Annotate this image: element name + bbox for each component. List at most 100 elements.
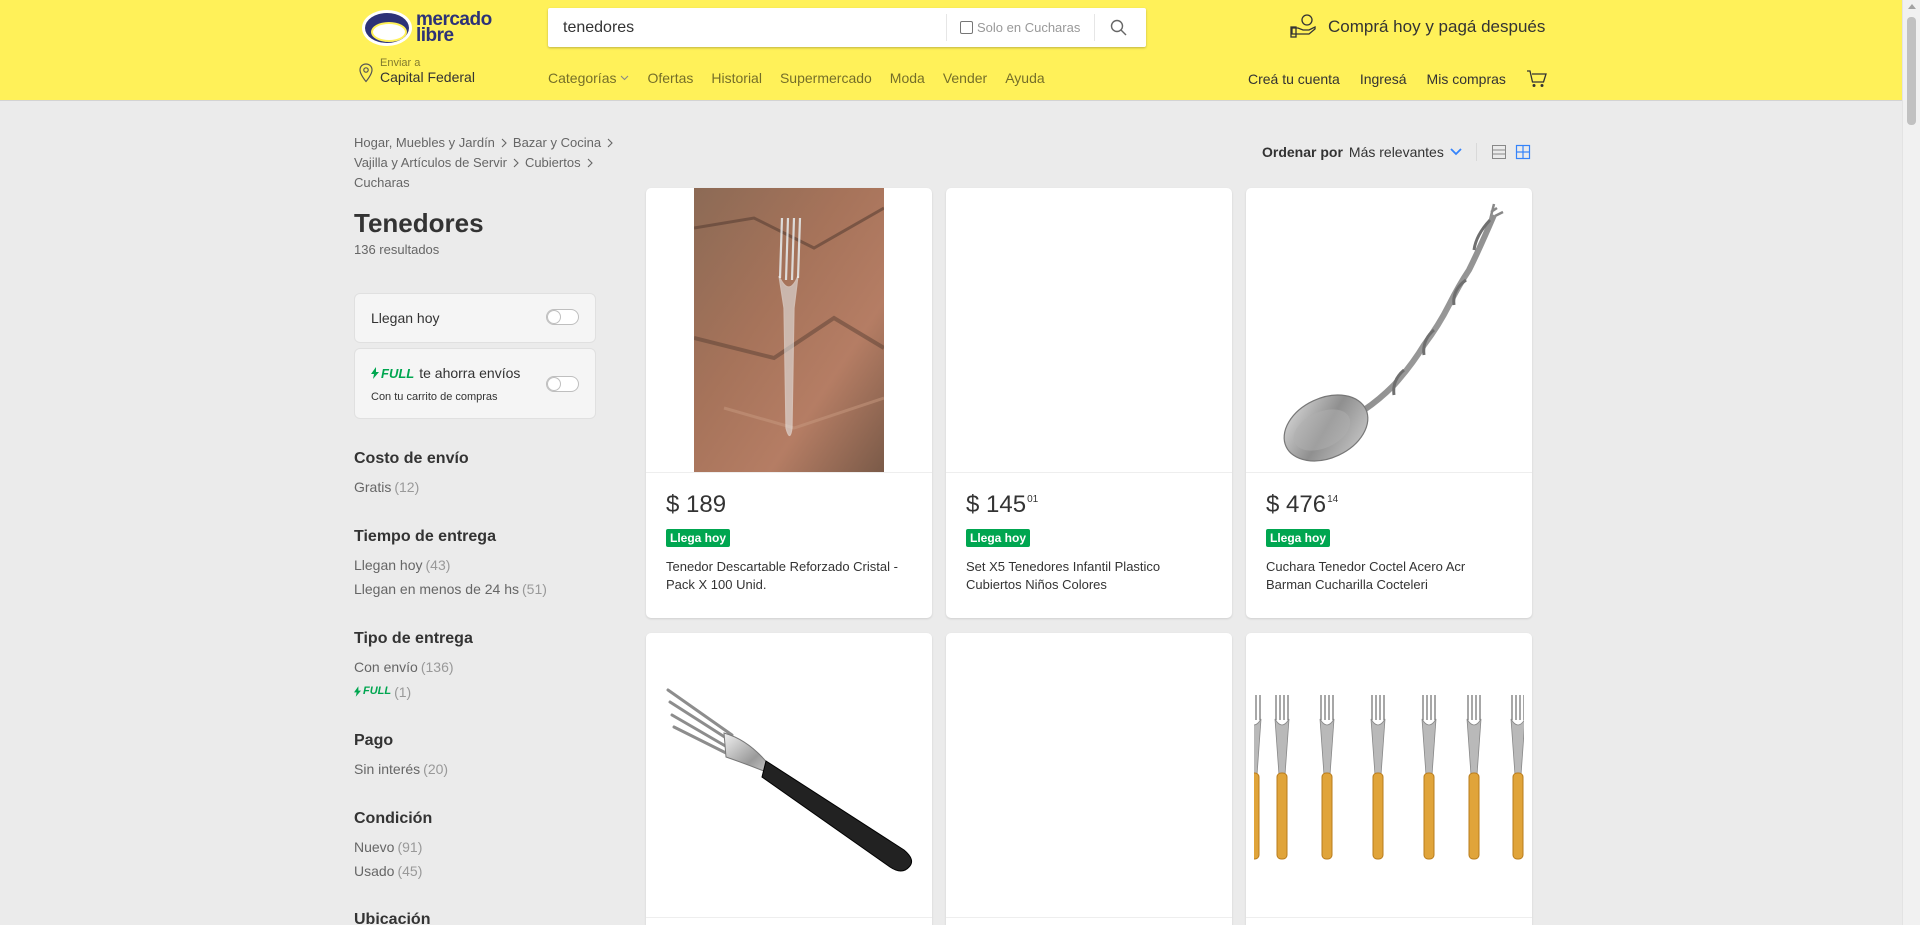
mercadolibre-logo[interactable]: mercado libre [362,9,498,47]
my-purchases-link[interactable]: Mis compras [1427,71,1506,87]
product-card[interactable] [1246,633,1532,925]
delivery-location[interactable]: Enviar a Capital Federal [358,57,475,86]
facet-option-label: Llegan hoy [354,557,423,573]
user-nav: Creá tu cuenta Ingresá Mis compras [1248,70,1548,88]
results-count: 136 resultados [354,242,440,257]
nav-historial[interactable]: Historial [711,70,762,86]
facet-option[interactable]: Nuevo (91) [354,839,614,855]
lightning-icon [371,367,379,379]
product-card[interactable]: $ 189 Llega hoy Tenedor Descartable Refo… [646,188,932,618]
product-card[interactable] [946,633,1232,925]
product-title[interactable]: Cuchara Tenedor Coctel Acero Acr Barman … [1266,558,1512,594]
full-brand-text: FULL [381,365,415,381]
facet-title: Condición [354,810,433,827]
checkbox-icon[interactable] [960,21,973,34]
chevron-down-icon[interactable] [1450,148,1462,156]
facet-option[interactable]: Con envío (136) [354,659,614,675]
product-title[interactable]: Tenedor Descartable Reforzado Cristal - … [666,558,912,594]
facet-option[interactable]: Gratis (12) [354,479,614,495]
breadcrumb-label: Bazar y Cocina [512,135,602,150]
llegan-hoy-filter: Llegan hoy [354,293,596,343]
facet-option-count: (136) [420,659,454,675]
full-toggle[interactable] [546,376,579,392]
nav-ayuda[interactable]: Ayuda [1005,70,1044,86]
promo-banner[interactable]: Comprá hoy y pagá después [1290,14,1545,40]
facet-title: Tipo de entrega [354,630,473,647]
cart-icon[interactable] [1526,70,1548,88]
scroll-up-arrow-icon[interactable] [1908,4,1916,9]
search-bar: Solo en Cucharas [548,8,1146,47]
product-card[interactable]: $ 145 01 Llega hoy Set X5 Tenedores Infan… [946,188,1232,618]
facet-option-label: FULL [363,685,392,697]
product-title[interactable]: Set X5 Tenedores Infantil Plastico Cubie… [966,558,1212,594]
breadcrumb-item[interactable]: Cucharas [354,173,410,193]
breadcrumb-item[interactable]: Hogar, Muebles y Jardín [354,133,507,153]
product-image[interactable] [646,188,932,473]
facet-option-count: (45) [397,863,423,879]
chevron-right-icon [607,138,613,148]
facet-option[interactable]: FULL (1) [354,683,614,700]
price-amount: $ 189 [666,491,727,518]
breadcrumb-label: Cucharas [354,175,410,190]
grid-view-icon[interactable] [1515,144,1531,160]
product-image[interactable] [1246,188,1532,473]
lightning-icon [354,685,361,697]
facet-option-count: (1) [394,683,412,700]
breadcrumb-item[interactable]: Vajilla y Artículos de Servir [354,153,519,173]
product-image[interactable] [1246,633,1532,918]
nav-supermercado[interactable]: Supermercado [780,70,872,86]
facet-option[interactable]: Llegan hoy (43) [354,557,614,573]
breadcrumb-item[interactable]: Bazar y Cocina [513,133,613,153]
facet-option[interactable]: Usado (45) [354,863,614,879]
facet-title: Costo de envío [354,450,469,467]
price-amount: $ 476 [1266,491,1327,518]
facet-option[interactable]: Llegan en menos de 24 hs (51) [354,581,614,597]
location-pin-icon [359,63,373,83]
nav-moda[interactable]: Moda [890,70,925,86]
main-nav: Categorías Ofertas Historial Supermercad… [548,70,1063,86]
product-price: $ 145 01 [966,491,1212,519]
facet-option-count: (12) [394,479,420,495]
facet-option-count: (20) [423,761,449,777]
list-view-icon[interactable] [1491,144,1507,160]
full-filter: FULL te ahorra envíos Con tu carrito de … [354,348,596,419]
product-card[interactable] [646,633,932,925]
search-button[interactable] [1095,8,1141,47]
search-scope-label: Solo en Cucharas [977,20,1081,35]
handshake-logo-icon [362,10,412,46]
nav-categorias-label: Categorías [548,70,617,86]
nav-ofertas[interactable]: Ofertas [647,70,693,86]
search-input[interactable] [548,8,946,47]
create-account-link[interactable]: Creá tu cuenta [1248,71,1340,87]
black-handle-fork-image [666,688,913,872]
full-badge: FULL [354,683,391,699]
facet-option-label: Gratis [354,479,392,495]
facet-option-label: Nuevo [354,839,395,855]
nav-vender[interactable]: Vender [943,70,987,86]
chevron-right-icon [501,138,507,148]
nav-categorias[interactable]: Categorías [548,70,629,86]
login-link[interactable]: Ingresá [1360,71,1407,87]
facet-option[interactable]: Sin interés (20) [354,761,614,777]
product-card[interactable]: $ 476 14 Llega hoy Cuchara Tenedor Coctel… [1246,188,1532,618]
llegan-hoy-toggle[interactable] [546,309,579,325]
product-image[interactable] [946,188,1232,473]
facet-option-label: Llegan en menos de 24 hs [354,581,520,597]
breadcrumb-label: Vajilla y Artículos de Servir [354,155,507,170]
breadcrumb-label: Cubiertos [524,155,581,170]
chevron-down-icon [621,75,629,81]
search-scope-checkbox[interactable]: Solo en Cucharas [947,8,1094,47]
breadcrumb: Hogar, Muebles y Jardín Bazar y Cocina Vaj… [354,133,644,193]
facet-tipo-entrega: Tipo de entrega Con envío (136) FULL (1) [354,630,614,708]
location-value: Capital Federal [380,69,475,85]
facet-option-label: Con envío [354,659,418,675]
scroll-thumb[interactable] [1907,17,1916,125]
product-price: $ 476 14 [1266,491,1512,519]
product-image[interactable] [946,633,1232,918]
price-cents: 01 [1027,494,1039,505]
product-image[interactable] [646,633,932,918]
breadcrumb-item[interactable]: Cubiertos [525,153,593,173]
sort-dropdown[interactable]: Más relevantes [1349,144,1444,160]
llegan-hoy-label: Llegan hoy [371,310,440,326]
page-scrollbar[interactable] [1902,0,1920,925]
